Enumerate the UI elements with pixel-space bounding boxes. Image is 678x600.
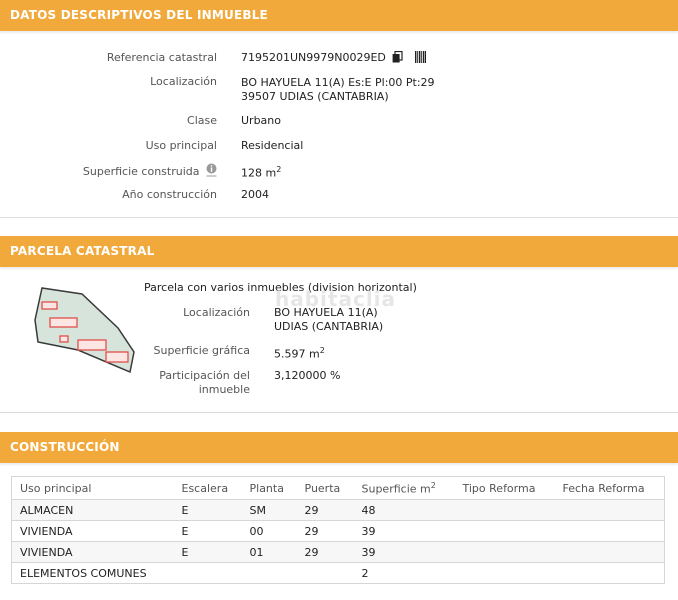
participacion-value: 3,120000 % xyxy=(274,369,341,382)
referencia-row: 7195201UN9979N0029ED xyxy=(241,50,426,67)
column-header-unit-sup: 2 xyxy=(430,480,436,490)
column-header: Fecha Reforma xyxy=(554,476,665,500)
info-icon[interactable] xyxy=(206,163,217,181)
parcela-superficie-label: Superficie gráfica xyxy=(153,344,251,357)
parcela-section-header: PARCELA CATASTRAL xyxy=(0,236,678,267)
table-cell xyxy=(554,541,665,563)
table-cell: E xyxy=(173,541,242,563)
datos-section-header: DATOS DESCRIPTIVOS DEL INMUEBLE xyxy=(0,0,678,31)
table-row: VIVIENDA E 00 29 39 xyxy=(11,520,665,542)
participacion-label-line2: inmueble xyxy=(198,383,250,396)
column-header: Escalera xyxy=(173,476,242,500)
table-cell xyxy=(454,520,555,542)
referencia-label: Referencia catastral xyxy=(106,51,217,64)
table-cell: ELEMENTOS COMUNES xyxy=(11,562,174,584)
superficie-construida-unit-sup: 2 xyxy=(276,165,282,174)
table-cell: 29 xyxy=(296,499,354,521)
column-header-label: Superficie m xyxy=(361,482,431,496)
column-header-superficie: Superficie m2 xyxy=(353,476,455,500)
building-3 xyxy=(59,335,69,343)
parcela-section-title: PARCELA CATASTRAL xyxy=(10,244,155,258)
superficie-construida-label: Superficie construida xyxy=(82,165,200,178)
parcela-superficie-value: 5.597 m xyxy=(274,347,320,361)
construccion-table: Uso principal Escalera Planta Puerta Sup… xyxy=(11,476,665,584)
localizacion-line2: 39507 UDIAS (CANTABRIA) xyxy=(241,90,389,103)
building-1 xyxy=(41,301,58,310)
table-header-row: Uso principal Escalera Planta Puerta Sup… xyxy=(11,476,665,500)
table-cell: 39 xyxy=(353,541,455,563)
column-header: Puerta xyxy=(296,476,354,500)
superficie-construida-value-wrap: 128 m2 xyxy=(241,163,281,181)
parcela-localizacion-line2: UDIAS (CANTABRIA) xyxy=(274,320,384,333)
localizacion-line1: BO HAYUELA 11(A) Es:E Pl:00 Pt:29 xyxy=(241,76,435,89)
construccion-section-header: CONSTRUCCIÓN xyxy=(0,432,678,463)
participacion-label-line1: Participación del xyxy=(159,369,250,382)
section-divider xyxy=(0,412,678,413)
table-cell xyxy=(554,499,665,521)
clase-value: Urbano xyxy=(241,114,281,127)
superficie-construida-value: 128 m xyxy=(241,166,277,180)
table-cell: 00 xyxy=(241,520,297,542)
table-cell xyxy=(241,562,297,584)
column-header: Planta xyxy=(241,476,297,500)
table-cell: 29 xyxy=(296,520,354,542)
table-cell: VIVIENDA xyxy=(11,541,174,563)
building-4 xyxy=(77,339,107,351)
column-header: Uso principal xyxy=(11,476,174,500)
anio-label: Año construcción xyxy=(122,188,217,201)
uso-label: Uso principal xyxy=(145,139,217,152)
table-cell: VIVIENDA xyxy=(11,520,174,542)
table-cell xyxy=(454,541,555,563)
table-cell xyxy=(296,562,354,584)
table-cell: SM xyxy=(241,499,297,521)
table-row: ALMACEN E SM 29 48 xyxy=(11,499,665,521)
copy-icon[interactable] xyxy=(392,50,404,67)
table-cell xyxy=(454,499,555,521)
parcela-localizacion-label: Localización xyxy=(183,306,250,319)
referencia-value: 7195201UN9979N0029ED xyxy=(241,51,386,64)
table-cell xyxy=(554,520,665,542)
section-divider xyxy=(0,217,678,218)
table-cell: 29 xyxy=(296,541,354,563)
table-cell xyxy=(454,562,555,584)
table-cell: ALMACEN xyxy=(11,499,174,521)
column-header: Tipo Reforma xyxy=(454,476,555,500)
building-5 xyxy=(105,351,129,363)
clase-label: Clase xyxy=(187,114,217,127)
parcel-map[interactable] xyxy=(30,282,140,377)
table-cell: 01 xyxy=(241,541,297,563)
superficie-construida-row-label: Superficie construida xyxy=(40,163,217,181)
barcode-icon[interactable] xyxy=(414,51,426,67)
table-cell: 39 xyxy=(353,520,455,542)
building-2 xyxy=(49,317,78,328)
parcela-superficie-unit-sup: 2 xyxy=(319,346,325,355)
table-row: VIVIENDA E 01 29 39 xyxy=(11,541,665,563)
anio-value: 2004 xyxy=(241,188,269,201)
table-cell: E xyxy=(173,499,242,521)
parcela-localizacion-line1: BO HAYUELA 11(A) xyxy=(274,306,378,319)
datos-section-title: DATOS DESCRIPTIVOS DEL INMUEBLE xyxy=(10,8,268,22)
table-cell xyxy=(173,562,242,584)
construccion-section-title: CONSTRUCCIÓN xyxy=(10,440,120,454)
table-cell: E xyxy=(173,520,242,542)
table-row: ELEMENTOS COMUNES 2 xyxy=(11,562,665,584)
localizacion-label: Localización xyxy=(150,75,217,88)
table-cell: 2 xyxy=(353,562,455,584)
table-cell xyxy=(554,562,665,584)
uso-value: Residencial xyxy=(241,139,304,152)
parcela-superficie-value-wrap: 5.597 m2 xyxy=(274,344,325,362)
table-cell: 48 xyxy=(353,499,455,521)
